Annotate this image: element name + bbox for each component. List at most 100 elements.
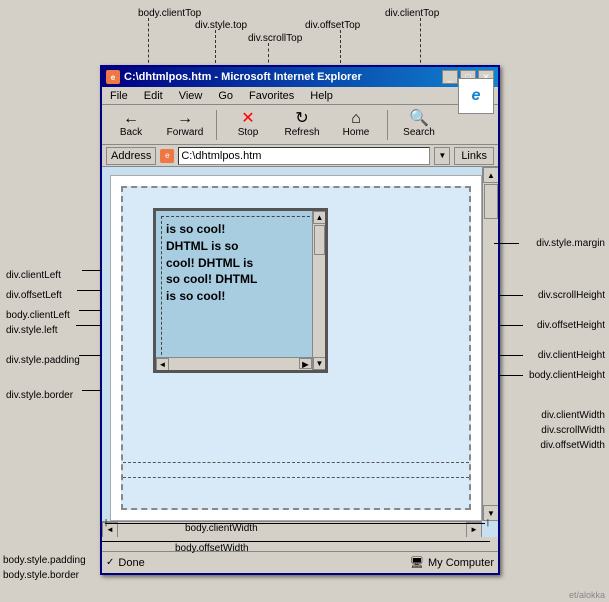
connector-div-offset-height — [498, 325, 523, 326]
connector-div-style-padding — [79, 355, 102, 356]
connector-div-style-left — [76, 325, 102, 326]
connector-body-client-left — [79, 310, 102, 311]
connector-div-style-margin — [494, 243, 519, 244]
label-div-style-margin: div.style.margin — [536, 238, 605, 249]
label-body-style-border: body.style.border — [3, 570, 79, 581]
hline-body-client-width-top — [105, 523, 485, 524]
main-scrollbar-v: ▲ ▼ — [482, 167, 498, 521]
website-label: et/alokka — [569, 590, 605, 600]
main-scroll-thumb — [484, 184, 498, 219]
vline-div-client-top — [420, 18, 421, 68]
back-button[interactable]: ← Back — [106, 107, 156, 143]
zone-area: 🖥 My Computer — [410, 556, 494, 569]
inner-scroll-thumb — [314, 225, 325, 255]
inner-scrollbar-v: ▲ ▼ — [312, 211, 325, 370]
label-div-scroll-height: div.scrollHeight — [538, 290, 605, 301]
ie-logo: e — [458, 78, 494, 114]
home-label: Home — [343, 127, 370, 138]
label-div-client-top: div.clientTop — [385, 8, 439, 19]
label-body-client-height: body.clientHeight — [529, 370, 605, 381]
label-div-style-left: div.style.left — [6, 325, 58, 336]
home-button[interactable]: ⌂ Home — [331, 107, 381, 143]
inner-scroll-down[interactable]: ▼ — [313, 357, 326, 370]
menu-favorites[interactable]: Favorites — [245, 89, 298, 103]
title-bar: e C:\dhtmlpos.htm - Microsoft Internet E… — [102, 67, 498, 87]
menu-bar: File Edit View Go Favorites Help e — [102, 87, 498, 105]
status-icon: ✓ — [106, 557, 114, 568]
zone-icon: 🖥 — [410, 556, 424, 569]
toolbar-sep-1 — [216, 110, 217, 140]
inner-scroll-up[interactable]: ▲ — [313, 211, 326, 224]
refresh-label: Refresh — [284, 127, 319, 138]
back-label: Back — [120, 127, 142, 138]
hline-body-client-width — [123, 462, 469, 463]
content-area: is so cool! DHTML is so cool! DHTML is s… — [102, 167, 498, 537]
forward-icon: → — [177, 111, 193, 127]
hline-body-offset-width-top — [102, 541, 490, 542]
ie-window: e C:\dhtmlpos.htm - Microsoft Internet E… — [100, 65, 500, 575]
inner-padding-box: is so cool! DHTML is so cool! DHTML is s… — [161, 216, 320, 365]
diagram-area: body.clientTop div.style.top div.scrollT… — [0, 0, 609, 602]
connector-div-offset-left — [77, 290, 102, 291]
arrow-right-body-client: | — [487, 518, 489, 527]
label-div-style-padding: div.style.padding — [6, 355, 80, 366]
ie-icon: e — [106, 70, 120, 84]
label-body-offset-width: body.offsetWidth — [175, 543, 249, 554]
back-icon: ← — [123, 111, 139, 127]
minimize-button[interactable]: _ — [442, 70, 458, 84]
body-padding-div: is so cool! DHTML is so cool! DHTML is s… — [121, 186, 471, 510]
title-bar-left: e C:\dhtmlpos.htm - Microsoft Internet E… — [106, 70, 362, 84]
label-body-style-padding: body.style.padding — [3, 555, 86, 566]
hline-body-offset-width — [123, 477, 469, 478]
label-body-client-width: body.clientWidth — [185, 523, 258, 534]
home-icon: ⌂ — [351, 111, 361, 127]
label-body-client-left: body.clientLeft — [6, 310, 70, 321]
menu-help[interactable]: Help — [306, 89, 337, 103]
address-label: Address — [106, 147, 156, 165]
menu-view[interactable]: View — [175, 89, 207, 103]
inner-scroll-left[interactable]: ◄ — [156, 358, 169, 371]
connector-div-style-border — [82, 390, 102, 391]
stop-icon: ✕ — [241, 111, 254, 127]
menu-file[interactable]: File — [106, 89, 132, 103]
page-body: is so cool! DHTML is so cool! DHTML is s… — [110, 175, 482, 521]
label-div-offset-top: div.offsetTop — [305, 20, 360, 31]
zone-text: My Computer — [428, 557, 494, 569]
address-input[interactable]: C:\dhtmlpos.htm — [178, 147, 430, 165]
vline-div-style-top — [215, 30, 216, 68]
label-div-scroll-width: div.scrollWidth — [541, 425, 605, 436]
label-div-offset-left: div.offsetLeft — [6, 290, 62, 301]
arrow-left-body-client: | — [105, 518, 107, 527]
links-button[interactable]: Links — [454, 147, 494, 165]
inner-content-div: is so cool! DHTML is so cool! DHTML is s… — [153, 208, 328, 373]
label-div-style-top: div.style.top — [195, 20, 247, 31]
label-div-style-border: div.style.border — [6, 390, 73, 401]
label-div-offset-height: div.offsetHeight — [537, 320, 605, 331]
connector-div-client-left — [82, 270, 102, 271]
main-scroll-up[interactable]: ▲ — [483, 167, 498, 183]
forward-label: Forward — [167, 127, 204, 138]
label-div-scroll-top: div.scrollTop — [248, 33, 302, 44]
toolbar-sep-2 — [387, 110, 388, 140]
refresh-button[interactable]: ↻ Refresh — [277, 107, 327, 143]
stop-button[interactable]: ✕ Stop — [223, 107, 273, 143]
main-scroll-down[interactable]: ▼ — [483, 505, 498, 521]
forward-button[interactable]: → Forward — [160, 107, 210, 143]
menu-go[interactable]: Go — [214, 89, 237, 103]
stop-label: Stop — [238, 127, 259, 138]
search-button[interactable]: 🔍 Search — [394, 107, 444, 143]
window-title: C:\dhtmlpos.htm - Microsoft Internet Exp… — [124, 71, 362, 83]
address-bar: Address e C:\dhtmlpos.htm ▼ Links — [102, 145, 498, 167]
connector-body-client-height — [498, 375, 523, 376]
inner-scroll-right[interactable]: ► — [299, 358, 312, 369]
search-label: Search — [403, 127, 435, 138]
vline-div-offset-top — [340, 30, 341, 68]
menu-edit[interactable]: Edit — [140, 89, 167, 103]
vline-body-client-top — [148, 18, 149, 68]
connector-div-scroll-height — [498, 295, 523, 296]
status-text: Done — [118, 557, 144, 569]
status-bar: ✓ Done 🖥 My Computer — [102, 551, 498, 573]
inner-scrollbar-h: ◄ ► — [156, 357, 312, 370]
address-dropdown[interactable]: ▼ — [434, 147, 450, 165]
search-icon: 🔍 — [409, 111, 429, 127]
